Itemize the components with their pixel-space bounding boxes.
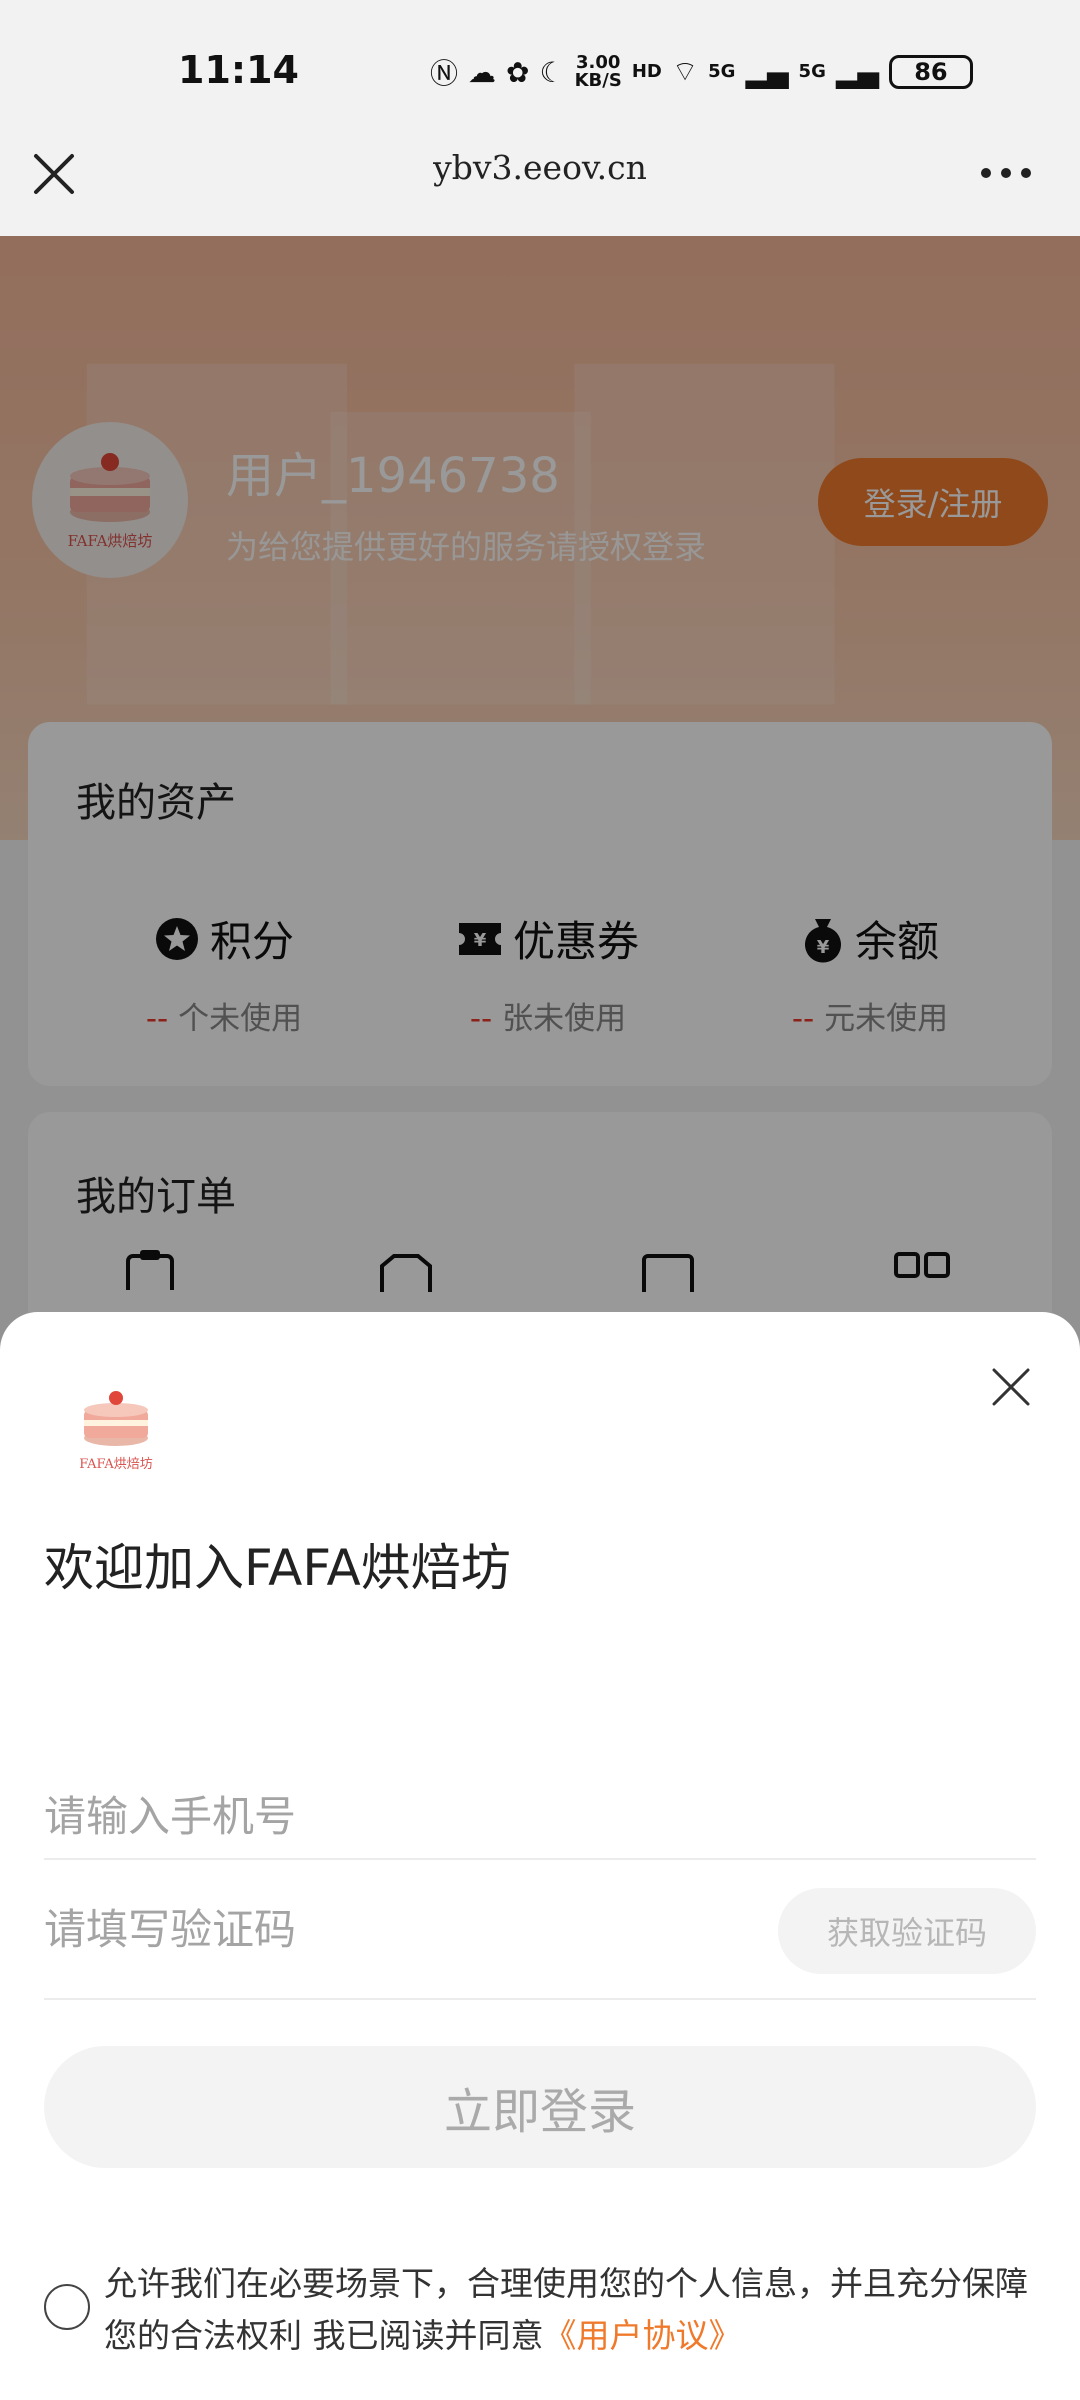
wifi-icon: ⌔	[671, 54, 699, 88]
net-speed: 3.00 KB/S	[574, 52, 622, 91]
battery-indicator: 86	[888, 55, 973, 89]
signal-2: 5G	[798, 61, 826, 82]
get-code-button[interactable]: 获取验证码	[778, 1888, 1036, 1974]
weather-icon: ☁	[468, 55, 497, 89]
status-time: 11:14	[178, 48, 299, 92]
svg-text:FAFA烘焙坊: FAFA烘焙坊	[79, 1457, 153, 1472]
hd-badge: HD	[631, 61, 662, 82]
agreement-text: 允许我们在必要场景下，合理使用您的个人信息，并且充分保障您的合法权利 我已阅读并…	[104, 2264, 1028, 2355]
close-icon[interactable]	[988, 1364, 1034, 1410]
moon-icon: ☾	[539, 55, 565, 89]
signal-1: 5G	[708, 61, 736, 82]
nfc-icon: Ⓝ	[430, 57, 459, 90]
page-url: ybv3.eeov.cn	[433, 148, 647, 187]
signal-bars-icon: ▂▄	[835, 55, 879, 89]
login-submit-button[interactable]: 立即登录	[44, 2046, 1036, 2168]
signal-bars-icon: ▂▄	[745, 55, 789, 89]
more-icon[interactable]	[978, 158, 1034, 188]
user-agreement-link[interactable]: 《用户协议》	[544, 2316, 742, 2355]
status-icons: Ⓝ ☁ ✿ ☾ 3.00 KB/S HD ⌔ 5G ▂▄ 5G ▂▄ 86	[430, 50, 973, 94]
flower-icon: ✿	[506, 55, 530, 89]
phone-input[interactable]: 请输入手机号	[44, 1776, 1036, 1860]
agreement-checkbox[interactable]	[44, 2284, 90, 2330]
brand-logo: FAFA烘焙坊	[79, 1391, 153, 1472]
welcome-title: 欢迎加入FAFA烘焙坊	[44, 1539, 511, 1597]
